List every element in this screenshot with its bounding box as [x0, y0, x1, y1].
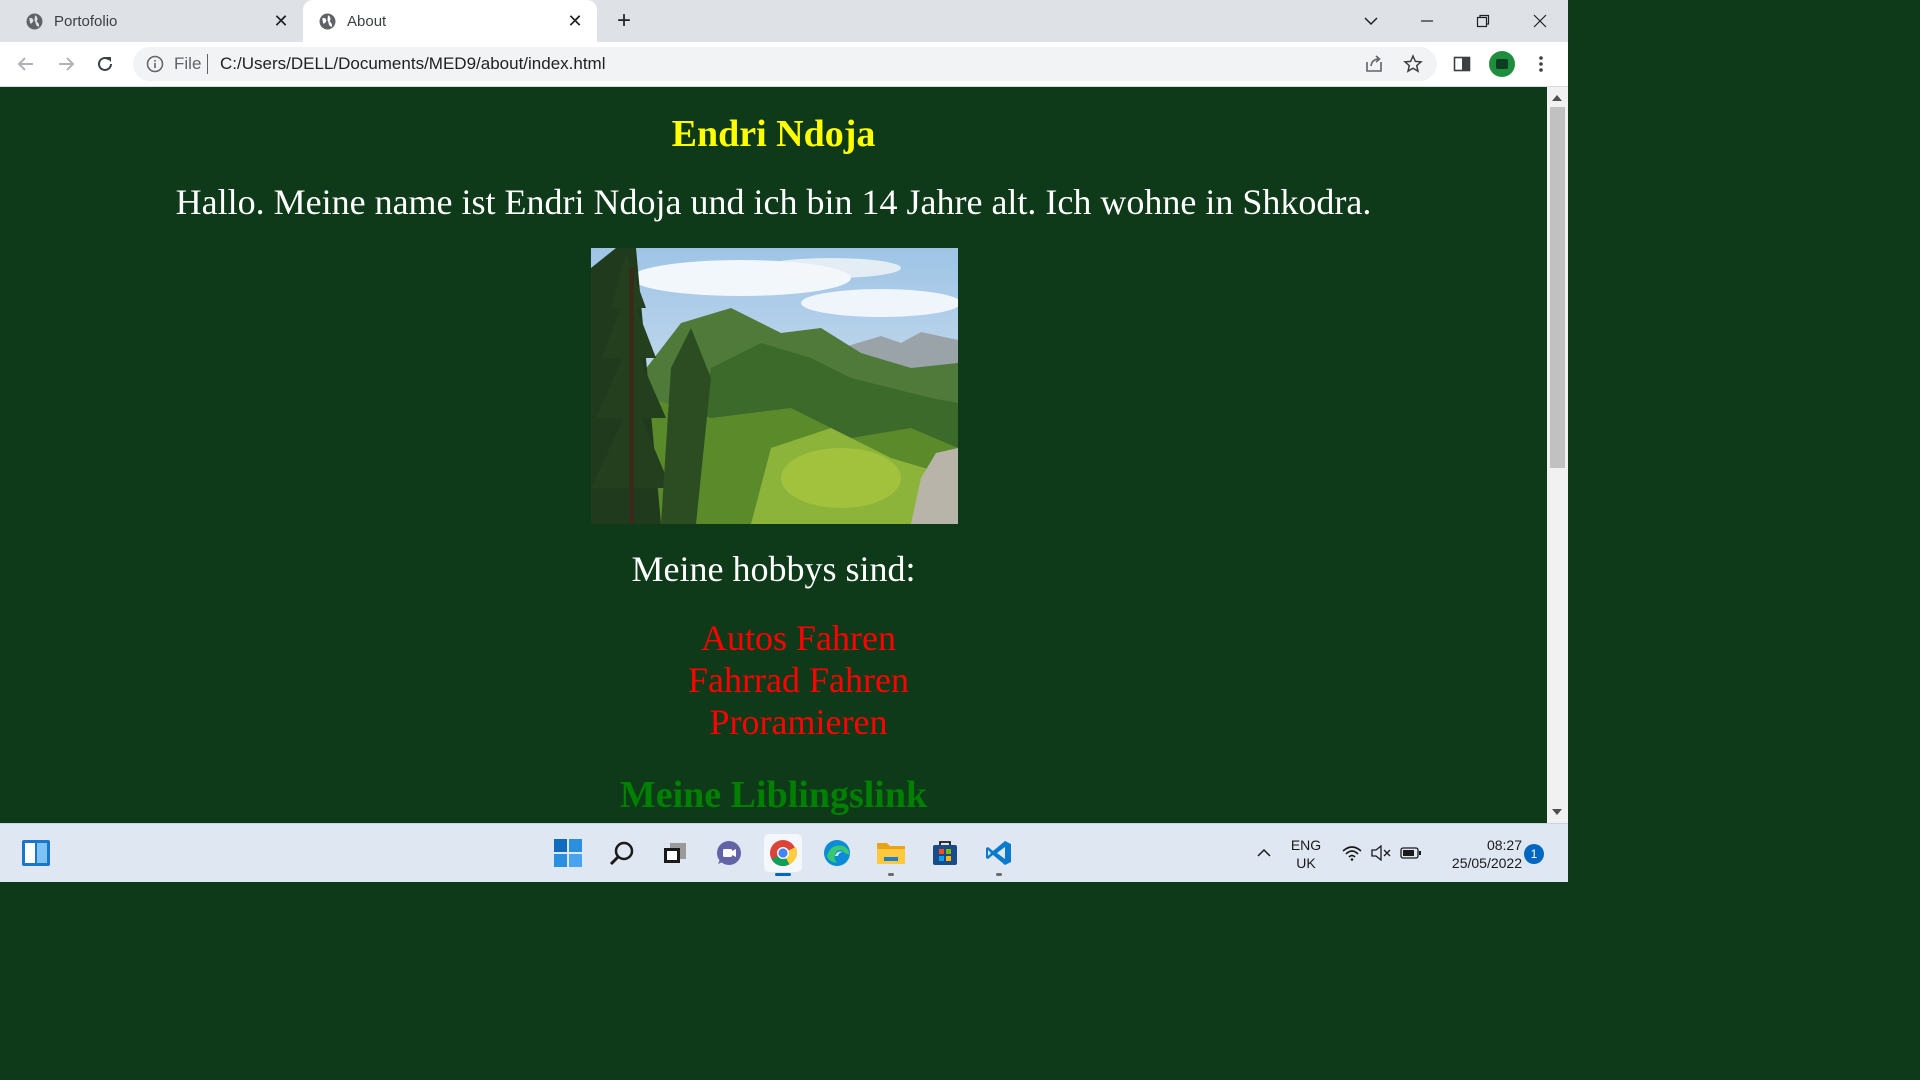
star-icon[interactable]: [1403, 54, 1423, 74]
list-item: Proramieren: [709, 702, 888, 742]
minimize-button[interactable]: [1414, 8, 1440, 34]
close-tab-icon[interactable]: ✕: [565, 11, 585, 31]
wifi-button[interactable]: [1341, 842, 1363, 864]
side-panel-icon: [1453, 56, 1471, 72]
volume-button[interactable]: [1370, 842, 1392, 864]
reload-icon: [98, 56, 112, 71]
store-taskbar-button[interactable]: [926, 834, 964, 872]
vscode-taskbar-button[interactable]: [980, 834, 1018, 876]
restore-icon: [1476, 14, 1490, 28]
kebab-menu-icon: [1539, 56, 1543, 72]
hobbies-heading: Meine hobbys sind:: [631, 549, 916, 589]
forward-button[interactable]: [54, 52, 78, 76]
reload-button[interactable]: [93, 52, 117, 76]
running-indicator: [775, 873, 791, 876]
search-icon: [609, 841, 634, 866]
tab-search-button[interactable]: [1358, 8, 1384, 34]
file-explorer-icon: [877, 843, 905, 864]
chrome-taskbar-button[interactable]: [764, 834, 802, 876]
chat-icon: [717, 841, 741, 865]
scheme-label: File: [174, 54, 202, 73]
info-icon[interactable]: [146, 55, 164, 73]
chat-button[interactable]: [710, 834, 748, 872]
new-tab-button[interactable]: +: [612, 7, 636, 34]
show-hidden-icons-button[interactable]: [1253, 842, 1275, 864]
profile-avatar[interactable]: [1489, 51, 1515, 77]
arrow-left-icon: [17, 57, 33, 71]
start-icon: [554, 839, 582, 867]
restore-button[interactable]: [1470, 8, 1496, 34]
widgets-button[interactable]: [17, 834, 55, 872]
page-scrollbar[interactable]: [1547, 87, 1568, 823]
language-code: ENG: [1290, 837, 1322, 853]
divider: [207, 54, 208, 74]
intro-text: Hallo. Meine name ist Endri Ndoja und ic…: [175, 182, 1372, 222]
language-indicator[interactable]: ENG UK: [1285, 836, 1327, 872]
scroll-down-arrow-icon[interactable]: [1552, 809, 1562, 815]
widgets-icon: [22, 840, 50, 866]
landscape-photo: [591, 248, 958, 524]
share-icon[interactable]: [1364, 54, 1384, 74]
page-title: Endri Ndoja: [671, 113, 876, 155]
arrow-right-icon: [59, 57, 75, 71]
task-view-icon: [664, 843, 686, 863]
task-view-button[interactable]: [656, 834, 694, 872]
wifi-icon: [1342, 846, 1362, 861]
page-viewport: Endri Ndoja Hallo. Meine name ist Endri …: [0, 87, 1547, 823]
language-region: UK: [1296, 855, 1316, 871]
scroll-up-arrow-icon[interactable]: [1552, 95, 1562, 101]
globe-icon: [319, 13, 336, 29]
clock-date: 25/05/2022: [1451, 855, 1522, 871]
minimize-icon: [1421, 20, 1433, 22]
running-indicator: [888, 873, 894, 876]
list-item: Autos Fahren: [701, 618, 896, 658]
search-button[interactable]: [603, 834, 641, 872]
start-button[interactable]: [549, 834, 587, 872]
running-indicator: [996, 873, 1002, 876]
chrome-icon: [770, 840, 797, 867]
clock-time: 08:27: [1486, 837, 1522, 853]
tab-label: Portofolio: [54, 12, 118, 30]
file-explorer-taskbar-button[interactable]: [872, 834, 910, 876]
favorite-links-heading: Meine Liblingslink: [619, 774, 928, 816]
browser-toolbar: File C:/Users/DELL/Documents/MED9/about/…: [0, 42, 1568, 87]
edge-taskbar-button[interactable]: [818, 834, 856, 872]
battery-icon: [1400, 847, 1421, 859]
url-text[interactable]: C:/Users/DELL/Documents/MED9/about/index…: [220, 54, 606, 74]
close-window-button[interactable]: [1527, 8, 1553, 34]
address-bar[interactable]: File C:/Users/DELL/Documents/MED9/about/…: [133, 47, 1437, 81]
globe-icon: [26, 13, 43, 29]
close-tab-icon[interactable]: ✕: [271, 11, 291, 31]
windows-taskbar: ENG UK 08:27 25/05/2022 1: [0, 823, 1568, 882]
scroll-thumb[interactable]: [1550, 107, 1565, 468]
menu-button[interactable]: [1529, 52, 1553, 76]
tab-about[interactable]: About ✕: [303, 0, 597, 42]
hobbies-list: Autos Fahren Fahrrad Fahren Proramieren: [0, 617, 1547, 743]
chevron-up-icon: [1257, 848, 1271, 857]
volume-muted-icon: [1371, 845, 1391, 861]
tab-strip: Portofolio ✕ About ✕ +: [0, 0, 1568, 42]
store-icon: [933, 841, 957, 865]
tab-portofolio[interactable]: Portofolio ✕: [0, 0, 303, 42]
chevron-down-icon: [1364, 17, 1378, 26]
battery-button[interactable]: [1400, 842, 1422, 864]
tab-label: About: [347, 12, 387, 30]
mountain-landscape-image: [591, 248, 958, 524]
close-icon: [1533, 14, 1547, 28]
vscode-icon: [986, 841, 1011, 865]
edge-icon: [824, 840, 850, 866]
clock[interactable]: 08:27 25/05/2022: [1432, 836, 1522, 872]
notification-badge[interactable]: 1: [1524, 844, 1544, 864]
list-item: Fahrrad Fahren: [688, 660, 909, 700]
side-panel-button[interactable]: [1450, 52, 1474, 76]
back-button[interactable]: [14, 52, 38, 76]
